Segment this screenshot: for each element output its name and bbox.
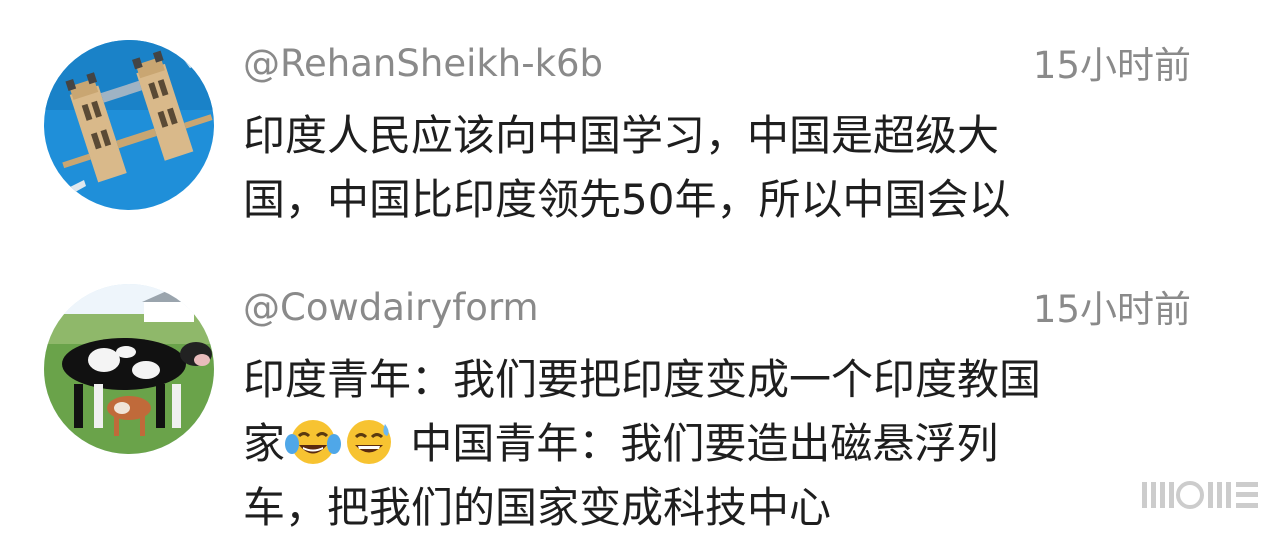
watermark-logo [1142,480,1262,510]
comment-line: 国，中国比印度领先50年，所以中国会以 [243,175,1011,224]
grinning-sweat-emoji [341,418,397,466]
comment-line: 印度人民应该向中国学习，中国是超级大 [243,111,1000,160]
cows-icon [44,284,214,454]
username[interactable]: @RehanSheikh-k6b [243,42,603,86]
comment-line: 车，把我们的国家变成科技中心 [243,483,832,532]
timestamp: 15小时前 [1032,44,1191,87]
timestamp: 15小时前 [1032,288,1191,331]
comment-line: 家 中国青年：我们要造出磁悬浮列 [243,412,1193,476]
tears-of-joy-emoji [285,418,342,466]
avatar[interactable] [44,284,214,454]
comment-line: 印度青年：我们要把印度变成一个印度教国 [243,355,1042,404]
comment-fragment: 中国青年：我们要造出磁悬浮列 [397,419,999,468]
comment-fragment: 家 [243,419,286,468]
tower-bridge-icon [44,40,214,210]
comment-text: 印度青年：我们要把印度变成一个印度教国 家 中国青年：我们要造出磁悬浮列 车，把… [243,348,1193,540]
avatar[interactable] [44,40,214,210]
comment-text: 印度人民应该向中国学习，中国是超级大 国，中国比印度领先50年，所以中国会以 [243,104,1193,232]
username[interactable]: @Cowdairyform [243,286,539,330]
